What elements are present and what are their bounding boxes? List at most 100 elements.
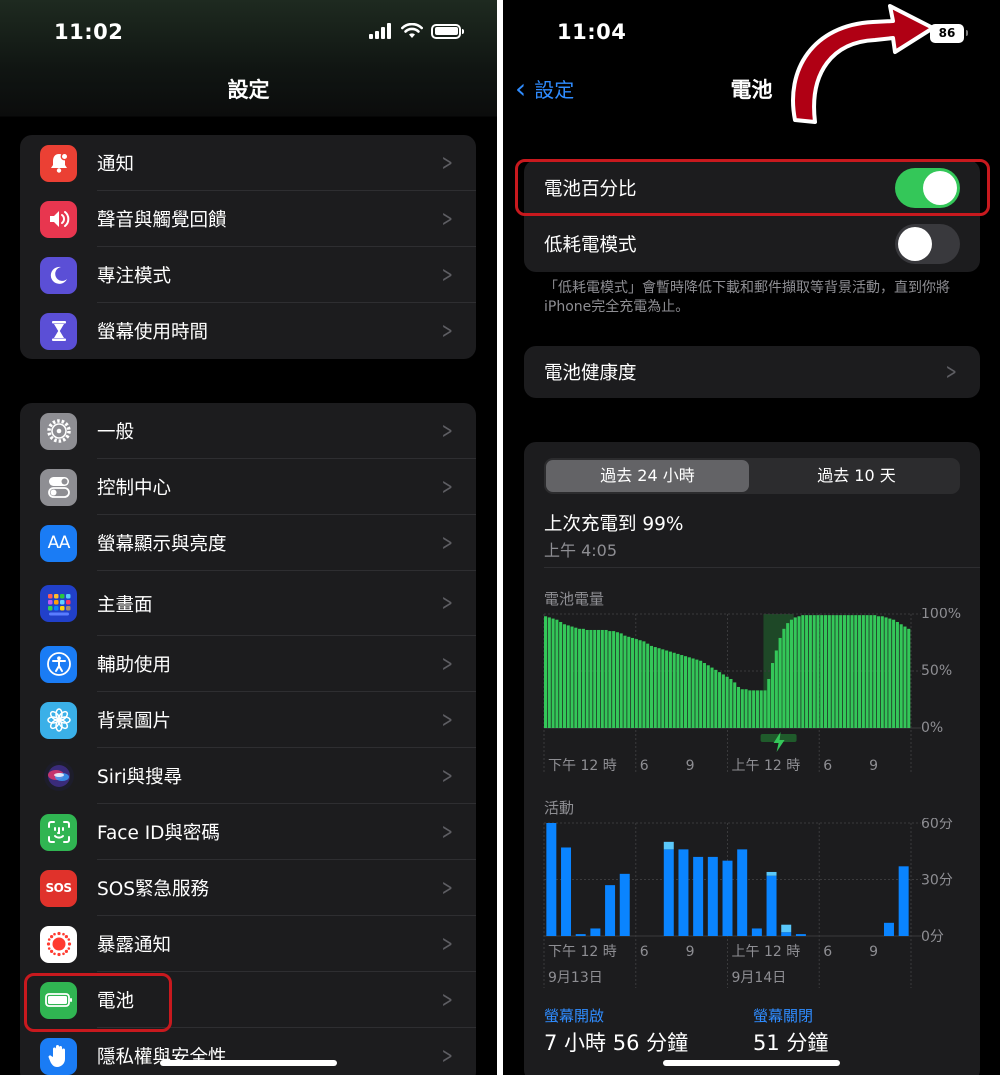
battery-level-bar — [665, 650, 669, 728]
battery-level-bar — [850, 615, 854, 728]
settings-item-sounds[interactable]: 聲音與觸覺回饋 > — [20, 191, 476, 247]
settings-screen: 11:02 設定 通知 > 聲音與觸覺回饋 > 專注模式 > 螢幕使用時間 > … — [0, 0, 497, 1075]
exposure-icon — [40, 925, 77, 963]
battery-level-bar — [820, 615, 824, 728]
settings-item-focus[interactable]: 專注模式 > — [20, 247, 476, 303]
settings-item-label: 螢幕使用時間 — [97, 322, 209, 343]
settings-item-notifications[interactable]: 通知 > — [20, 135, 476, 191]
battery-level-bar — [876, 616, 881, 728]
screen-on-bar — [722, 860, 733, 936]
screen-on-bar — [619, 873, 630, 936]
x-tick-label: 9 — [869, 758, 878, 774]
battery-level-bar — [884, 617, 888, 728]
battery-level-bar — [612, 631, 616, 728]
chevron-right-icon: > — [441, 150, 453, 176]
battery-level-bar — [672, 652, 676, 728]
accessibility-icon — [40, 645, 77, 683]
battery-level-bar — [903, 626, 907, 728]
x-tick-label: 下午 12 時 — [548, 944, 617, 960]
battery-level-bar — [725, 676, 729, 728]
settings-item-battery[interactable]: 電池 > — [20, 972, 476, 1028]
settings-item-face-id[interactable]: Face ID與密碼 > — [20, 804, 476, 860]
battery-level-chart: 100% 50% 0% 下午 12 時 6 9 上午 12 時 6 9 — [543, 608, 961, 774]
chevron-right-icon: > — [441, 987, 453, 1013]
cellular-signal-icon — [369, 23, 391, 39]
low-power-mode-row: 低耗電模式 — [524, 216, 980, 272]
settings-item-label: 電池 — [97, 991, 135, 1012]
segment-last-10-days[interactable]: 過去 10 天 — [755, 460, 958, 492]
x-tick-label: 9 — [869, 944, 878, 960]
battery-level-bar — [721, 674, 725, 728]
battery-level-bar — [649, 645, 654, 728]
y-tick-label: 50% — [921, 663, 952, 679]
battery-level-bar — [827, 615, 831, 728]
settings-item-control-center[interactable]: 控制中心 > — [20, 459, 476, 515]
chevron-right-icon: > — [441, 651, 453, 677]
battery-level-bar — [880, 616, 884, 728]
settings-item-siri-search[interactable]: Siri與搜尋 > — [20, 748, 476, 804]
low-power-footnote: 「低耗電模式」會暫時降低下載和郵件擷取等背景活動，直到你將iPhone完全充電為… — [544, 280, 950, 315]
battery-level-bar — [657, 648, 661, 728]
date-label: 9月13日 — [548, 970, 603, 986]
chevron-right-icon: > — [945, 359, 957, 385]
battery-level-bar — [759, 690, 763, 728]
chevron-right-icon: > — [441, 530, 453, 556]
battery-screen: 11:04 86 ‹ 設定 電池 電池百分比 低耗電模式 「低耗電模式」會暫時降… — [503, 0, 1000, 1075]
battery-level-bar — [604, 629, 608, 728]
battery-level-bar — [865, 615, 869, 728]
battery-level-bar — [578, 628, 582, 728]
battery-level-bar — [831, 615, 835, 728]
battery-level-bar — [729, 678, 733, 728]
battery-level-bar — [706, 665, 710, 728]
battery-level-bar — [774, 650, 778, 728]
battery-level-bar — [861, 615, 865, 728]
battery-level-bar — [805, 615, 809, 728]
battery-level-bar — [888, 618, 892, 728]
gear-icon — [40, 412, 77, 450]
chevron-right-icon: > — [441, 591, 453, 616]
settings-item-label: 暴露通知 — [97, 935, 172, 956]
battery-health-label: 電池健康度 — [544, 363, 637, 384]
battery-level-bar — [767, 678, 771, 728]
battery-level-bar — [627, 636, 631, 728]
battery-level-bar — [835, 615, 839, 728]
settings-item-label: 螢幕顯示與亮度 — [97, 534, 227, 555]
chevron-right-icon: > — [441, 418, 453, 444]
battery-level-bar — [895, 621, 899, 728]
settings-item-screen-time[interactable]: 螢幕使用時間 > — [20, 303, 476, 359]
battery-level-bar — [839, 615, 843, 728]
battery-health-row[interactable]: 電池健康度 > — [524, 346, 980, 398]
battery-level-bar — [899, 624, 903, 728]
battery-level-bar — [680, 655, 684, 728]
battery-level-bar — [570, 626, 574, 728]
y-tick-label: 60分 — [921, 818, 953, 832]
battery-level-bar — [854, 615, 858, 728]
red-arrow-annotation — [791, 4, 935, 124]
settings-item-exposure-notifications[interactable]: 暴露通知 > — [20, 916, 476, 972]
wifi-icon — [401, 23, 423, 38]
settings-item-privacy-security[interactable]: 隱私權與安全性 > — [20, 1028, 476, 1075]
settings-item-general[interactable]: 一般 > — [20, 403, 476, 459]
battery-level-bar — [661, 649, 665, 728]
y-tick-label: 0分 — [921, 929, 944, 945]
battery-level-bar — [691, 658, 695, 728]
battery-level-bar — [748, 690, 752, 728]
settings-item-wallpaper[interactable]: 背景圖片 > — [20, 692, 476, 748]
face-id-icon — [40, 813, 77, 851]
low-power-mode-label: 低耗電模式 — [544, 235, 637, 256]
settings-item-accessibility[interactable]: 輔助使用 > — [20, 636, 476, 692]
x-tick-label: 6 — [640, 944, 649, 960]
battery-percentage-toggle[interactable] — [895, 168, 960, 208]
x-tick-label: 9 — [686, 758, 695, 774]
battery-level-bar — [842, 615, 846, 728]
battery-level-bar — [593, 629, 597, 728]
battery-level-bar — [683, 656, 688, 728]
low-power-mode-toggle[interactable] — [895, 224, 960, 264]
settings-item-emergency-sos[interactable]: SOS SOS緊急服務 > — [20, 860, 476, 916]
settings-item-home-screen[interactable]: 主畫面 > — [20, 571, 476, 636]
settings-item-display-brightness[interactable]: AA 螢幕顯示與亮度 > — [20, 515, 476, 571]
segment-last-24-hours[interactable]: 過去 24 小時 — [546, 460, 749, 492]
y-tick-label: 100% — [921, 608, 961, 622]
hand-icon — [40, 1037, 77, 1075]
chevron-right-icon: > — [441, 931, 453, 957]
